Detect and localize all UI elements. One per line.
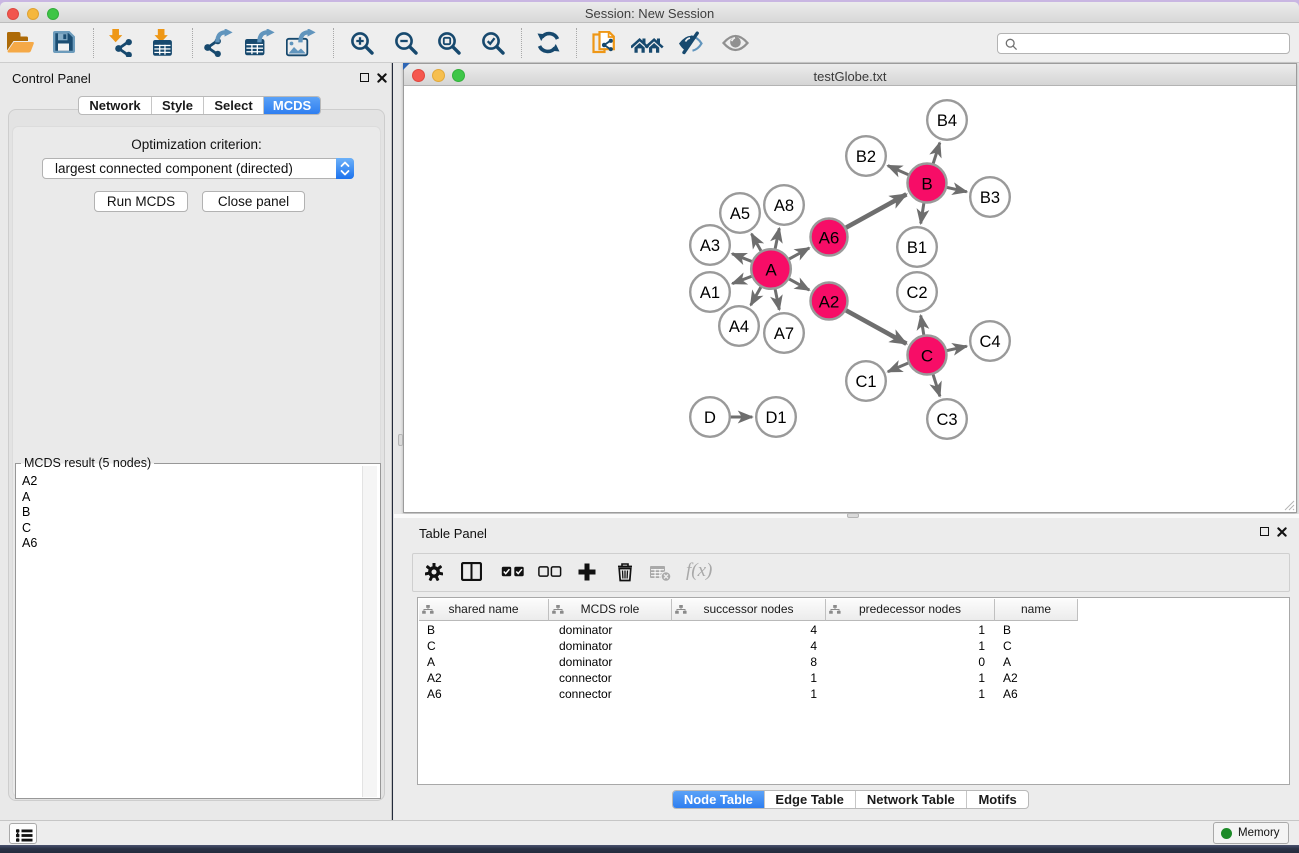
svg-text:A1: A1 — [700, 284, 720, 302]
svg-text:A3: A3 — [700, 237, 720, 255]
svg-text:B3: B3 — [980, 189, 1000, 207]
svg-text:A: A — [765, 261, 777, 280]
svg-text:B1: B1 — [907, 239, 927, 257]
svg-text:A8: A8 — [774, 197, 794, 215]
svg-text:C3: C3 — [936, 411, 957, 429]
svg-text:B: B — [921, 175, 932, 194]
svg-text:A6: A6 — [819, 229, 840, 248]
svg-text:C1: C1 — [855, 373, 876, 391]
svg-text:A5: A5 — [730, 205, 750, 223]
svg-text:A7: A7 — [774, 325, 794, 343]
svg-text:C: C — [921, 347, 933, 366]
svg-text:D1: D1 — [765, 409, 786, 427]
svg-text:B4: B4 — [937, 112, 957, 130]
svg-text:C2: C2 — [906, 284, 927, 302]
svg-text:A2: A2 — [819, 293, 840, 312]
svg-text:C4: C4 — [979, 333, 1000, 351]
svg-text:A4: A4 — [729, 318, 749, 336]
svg-text:B2: B2 — [856, 148, 876, 166]
svg-text:D: D — [704, 409, 716, 427]
